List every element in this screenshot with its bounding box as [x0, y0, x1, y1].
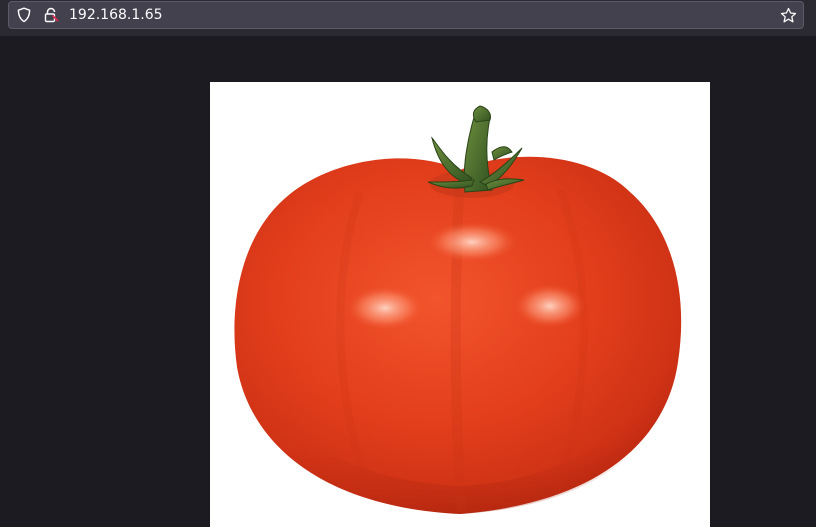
- address-bar[interactable]: 192.168.1.65: [8, 1, 804, 29]
- tomato-illustration: [234, 105, 682, 514]
- tomato-image: [210, 82, 710, 527]
- page-content: [0, 36, 816, 527]
- browser-toolbar: 192.168.1.65: [0, 0, 816, 36]
- star-icon[interactable]: [780, 7, 797, 24]
- lock-warning-icon[interactable]: [43, 7, 59, 23]
- url-text[interactable]: 192.168.1.65: [69, 6, 163, 24]
- shield-icon[interactable]: [16, 7, 32, 23]
